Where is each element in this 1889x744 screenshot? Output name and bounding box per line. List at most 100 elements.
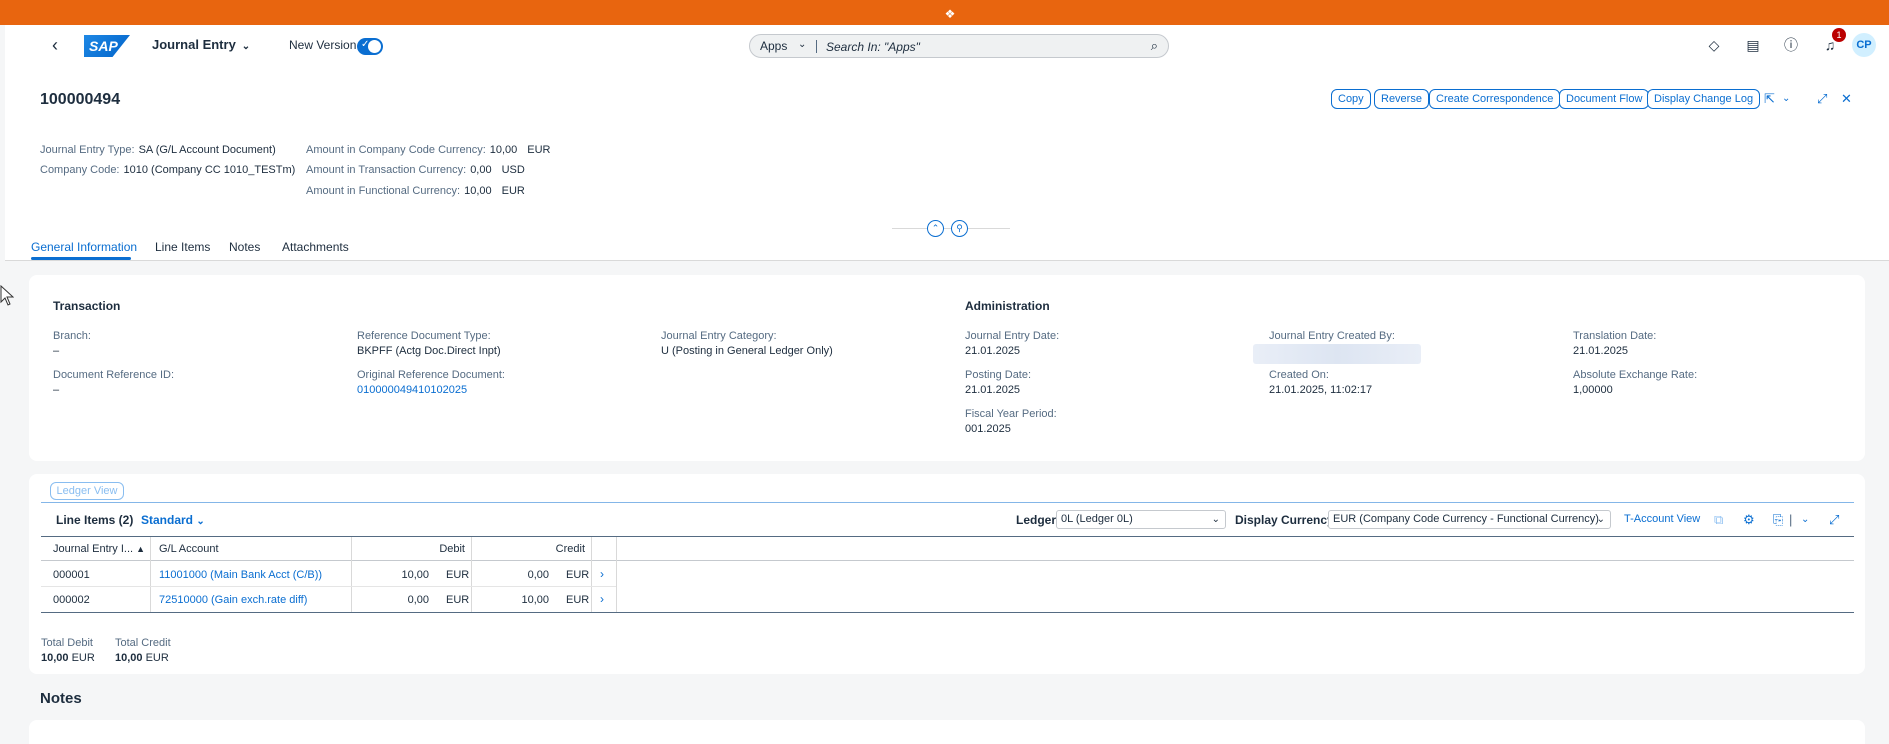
- display-change-log-button[interactable]: Display Change Log: [1647, 89, 1761, 109]
- column-header-credit[interactable]: Credit: [471, 543, 585, 555]
- ledger-select[interactable]: 0L (Ledger 0L) ⌄: [1056, 510, 1226, 529]
- display-currency-label: Display Currency: [1235, 513, 1334, 527]
- created-by-redacted: [1253, 344, 1421, 364]
- posting-date-value: 21.01.2025: [965, 384, 1021, 396]
- app-title: Journal Entry: [152, 37, 236, 52]
- row1-item: 000001: [53, 569, 90, 581]
- notes-section: [29, 720, 1865, 744]
- tab-bar-divider: [5, 260, 1889, 261]
- reverse-button[interactable]: Reverse: [1374, 89, 1429, 109]
- search-icon[interactable]: ⌕: [1151, 38, 1158, 54]
- settings-icon[interactable]: ⚙: [1743, 512, 1755, 528]
- column-separator: [591, 537, 592, 612]
- row2-credit-currency: EUR: [566, 594, 590, 606]
- company-code-attr: Company Code: 1010 (Company CC 1010_TESTm…: [40, 164, 296, 176]
- row1-gl-link[interactable]: 11001000 (Main Bank Acct (C/B)): [159, 569, 322, 581]
- column-header-gl[interactable]: G/L Account: [159, 543, 219, 555]
- close-icon[interactable]: ✕: [1841, 91, 1852, 107]
- fullscreen-icon[interactable]: ⤢: [1817, 91, 1827, 107]
- avatar[interactable]: CP: [1852, 33, 1876, 57]
- chevron-down-icon: ⌄: [241, 41, 251, 52]
- je-category-label: Journal Entry Category:: [661, 330, 777, 342]
- t-account-view-button[interactable]: T-Account View: [1624, 513, 1700, 525]
- pin-header-icon[interactable]: ⚲: [951, 220, 968, 237]
- translation-date-value: 21.01.2025: [1573, 345, 1629, 357]
- administration-title: Administration: [965, 299, 1050, 313]
- tab-notes[interactable]: Notes: [229, 240, 260, 254]
- amount-tc-attr: Amount in Transaction Currency: 0,00 USD: [306, 164, 525, 176]
- orig-ref-link[interactable]: 010000049410102025: [357, 384, 467, 396]
- search-separator: [816, 40, 817, 53]
- copy-button[interactable]: Copy: [1331, 89, 1371, 109]
- tab-general-information[interactable]: General Information: [31, 240, 137, 254]
- display-currency-select[interactable]: EUR (Company Code Currency - Functional …: [1328, 510, 1611, 529]
- row2-credit: 10,00: [521, 594, 549, 606]
- ref-doc-type-label: Reference Document Type:: [357, 330, 491, 342]
- copy-icon[interactable]: ⧉: [1714, 512, 1723, 528]
- orig-ref-label: Original Reference Document:: [357, 369, 505, 381]
- fullscreen-icon[interactable]: ⤢: [1829, 512, 1839, 528]
- exchange-rate-label: Absolute Exchange Rate:: [1573, 369, 1698, 381]
- object-page-header: [5, 25, 1889, 260]
- grid-header-border: [41, 560, 1854, 561]
- branch-label: Branch:: [53, 330, 91, 342]
- page-title: 100000494: [40, 91, 121, 108]
- column-separator: [616, 537, 617, 612]
- new-version-label: New Version: [289, 38, 357, 52]
- chevron-down-icon: ⌄: [196, 516, 205, 527]
- sort-ascending-icon: ▲: [136, 544, 146, 554]
- row2-navigate-icon[interactable]: ›: [600, 592, 604, 606]
- grid-bottom-border: [41, 612, 1854, 613]
- chevron-down-icon[interactable]: ⌄: [1801, 514, 1809, 525]
- chevron-down-icon: ⌄: [798, 39, 807, 50]
- search-scope-select[interactable]: Apps: [760, 39, 787, 53]
- variant-selector[interactable]: Standard ⌄: [141, 513, 205, 527]
- export-icon[interactable]: ⎘: [1773, 512, 1783, 528]
- ledger-label: Ledger: [1016, 513, 1057, 527]
- row2-item: 000002: [53, 594, 90, 606]
- joule-icon[interactable]: ◇: [1706, 37, 1722, 53]
- toolbar-separator: |: [1789, 512, 1793, 527]
- total-debit-label: Total Debit: [41, 637, 93, 649]
- shell-search[interactable]: Apps ⌄ Search In: "Apps" ⌕: [749, 34, 1169, 58]
- share-icon[interactable]: ⇱: [1764, 91, 1775, 107]
- notes-section-title: Notes: [40, 690, 82, 707]
- document-flow-button[interactable]: Document Flow: [1559, 89, 1650, 109]
- back-icon[interactable]: ‹: [52, 36, 66, 54]
- amount-cc-attr: Amount in Company Code Currency: 10,00 EUR: [306, 144, 551, 156]
- check-icon: ✓: [361, 39, 370, 50]
- transaction-title: Transaction: [53, 299, 121, 313]
- notification-badge: 1: [1832, 28, 1846, 42]
- ref-doc-type-value: BKPFF (Actg Doc.Direct Inpt): [357, 345, 501, 357]
- row1-credit: 0,00: [527, 569, 549, 581]
- create-correspondence-button[interactable]: Create Correspondence: [1429, 89, 1561, 109]
- app-title-menu[interactable]: Journal Entry ⌄: [152, 37, 250, 52]
- new-version-toggle[interactable]: ✓: [357, 38, 383, 55]
- doc-ref-value: –: [53, 384, 60, 396]
- grid-top-border: [41, 536, 1854, 537]
- shell-top-bar: ❖: [0, 0, 1889, 25]
- row1-debit-currency: EUR: [446, 569, 470, 581]
- column-separator: [150, 537, 151, 612]
- row1-credit-currency: EUR: [566, 569, 590, 581]
- row2-gl-link[interactable]: 72510000 (Gain exch.rate diff): [159, 594, 307, 606]
- translation-date-label: Translation Date:: [1573, 330, 1657, 342]
- collapse-header-icon[interactable]: ⌃: [927, 220, 944, 237]
- column-header-debit[interactable]: Debit: [351, 543, 465, 555]
- column-header-item[interactable]: Journal Entry I... ▲: [53, 543, 145, 555]
- tab-attachments[interactable]: Attachments: [282, 240, 349, 254]
- row1-navigate-icon[interactable]: ›: [600, 567, 604, 581]
- je-date-label: Journal Entry Date:: [965, 330, 1060, 342]
- search-input[interactable]: Search In: "Apps": [826, 40, 920, 54]
- total-credit-label: Total Credit: [115, 637, 171, 649]
- help-icon[interactable]: ⓘ: [1783, 37, 1799, 53]
- general-information-section: [29, 275, 1865, 461]
- chevron-down-icon: ⌄: [1596, 514, 1605, 525]
- tab-line-items[interactable]: Line Items: [155, 240, 210, 254]
- messages-icon[interactable]: ▤: [1745, 37, 1761, 53]
- mouse-cursor-icon: [0, 285, 14, 306]
- chevron-down-icon[interactable]: ⌄: [1782, 93, 1790, 104]
- ledger-view-button[interactable]: Ledger View: [50, 482, 124, 500]
- shell-brand-icon: ❖: [944, 7, 956, 21]
- toolbar-divider: [41, 502, 1854, 503]
